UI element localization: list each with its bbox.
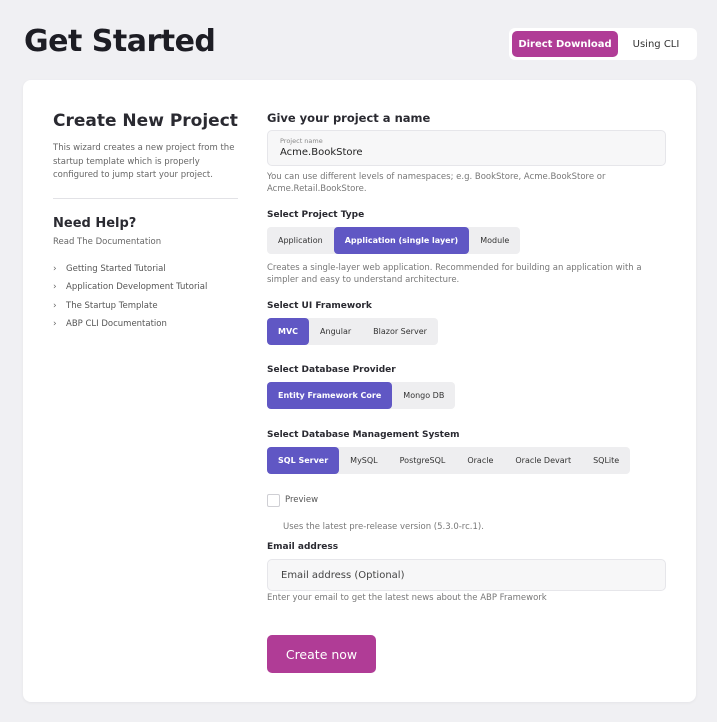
option-oracle[interactable]: Oracle — [456, 447, 504, 474]
project-type-selector: Application Application (single layer) M… — [267, 227, 521, 254]
option-blazor-server[interactable]: Blazor Server — [362, 318, 438, 345]
dbms-selector: SQL Server MySQL PostgreSQL Oracle Oracl… — [267, 447, 631, 474]
project-type-heading: Select Project Type — [267, 210, 365, 220]
email-input[interactable] — [267, 559, 666, 591]
project-type-help: Creates a single-layer web application. … — [267, 263, 642, 285]
help-link-label: ABP CLI Documentation — [66, 319, 167, 330]
help-title: Need Help? — [53, 216, 137, 231]
help-link-cli-docs[interactable]: › ABP CLI Documentation — [53, 315, 207, 333]
option-entity-framework-core[interactable]: Entity Framework Core — [267, 382, 393, 409]
sidebar-title: Create New Project — [53, 111, 238, 131]
chevron-right-icon: › — [53, 282, 57, 293]
option-sql-server[interactable]: SQL Server — [267, 447, 340, 474]
chevron-right-icon: › — [53, 264, 57, 275]
project-name-value[interactable]: Acme.BookStore — [280, 147, 363, 158]
mode-toggle: Direct Download Using CLI — [509, 28, 697, 60]
option-sqlite[interactable]: SQLite — [582, 447, 630, 474]
option-application-single-layer[interactable]: Application (single layer) — [333, 227, 470, 254]
option-postgresql[interactable]: PostgreSQL — [389, 447, 457, 474]
help-link-getting-started[interactable]: › Getting Started Tutorial — [53, 260, 207, 278]
create-now-button[interactable]: Create now — [267, 635, 376, 673]
help-link-label: Application Development Tutorial — [66, 282, 208, 293]
preview-label[interactable]: Preview — [285, 495, 318, 505]
help-link-label: The Startup Template — [66, 300, 158, 311]
tab-using-cli[interactable]: Using CLI — [618, 31, 694, 57]
sidebar-divider — [53, 198, 238, 199]
project-name-field[interactable]: Project name Acme.BookStore — [267, 130, 666, 166]
chevron-right-icon: › — [53, 319, 57, 330]
dbms-heading: Select Database Management System — [267, 430, 460, 440]
email-heading: Email address — [267, 542, 339, 552]
page-title: Get Started — [24, 24, 216, 59]
preview-help: Uses the latest pre-release version (5.3… — [283, 522, 484, 532]
help-link-app-dev[interactable]: › Application Development Tutorial — [53, 278, 207, 296]
tab-direct-download[interactable]: Direct Download — [512, 31, 618, 57]
project-name-label: Project name — [280, 137, 323, 145]
help-link-startup-template[interactable]: › The Startup Template — [53, 297, 207, 315]
help-subtitle: Read The Documentation — [53, 237, 162, 247]
option-mvc[interactable]: MVC — [267, 318, 310, 345]
email-help: Enter your email to get the latest news … — [267, 593, 547, 603]
db-provider-heading: Select Database Provider — [267, 365, 396, 375]
preview-checkbox[interactable] — [267, 494, 280, 507]
db-provider-selector: Entity Framework Core Mongo DB — [267, 382, 456, 409]
option-application[interactable]: Application — [267, 227, 334, 254]
option-oracle-devart[interactable]: Oracle Devart — [504, 447, 582, 474]
option-module[interactable]: Module — [469, 227, 520, 254]
name-help: You can use different levels of namespac… — [267, 172, 606, 194]
option-angular[interactable]: Angular — [309, 318, 362, 345]
help-link-label: Getting Started Tutorial — [66, 264, 166, 275]
help-links: › Getting Started Tutorial › Application D… — [53, 260, 207, 333]
sidebar-description: This wizard creates a new project from t… — [53, 143, 235, 180]
option-mongo-db[interactable]: Mongo DB — [392, 382, 455, 409]
name-heading: Give your project a name — [267, 111, 431, 125]
ui-framework-selector: MVC Angular Blazor Server — [267, 318, 438, 345]
ui-framework-heading: Select UI Framework — [267, 301, 372, 311]
chevron-right-icon: › — [53, 300, 57, 311]
wizard-card: Create New Project This wizard creates a… — [23, 80, 696, 702]
option-mysql[interactable]: MySQL — [339, 447, 388, 474]
